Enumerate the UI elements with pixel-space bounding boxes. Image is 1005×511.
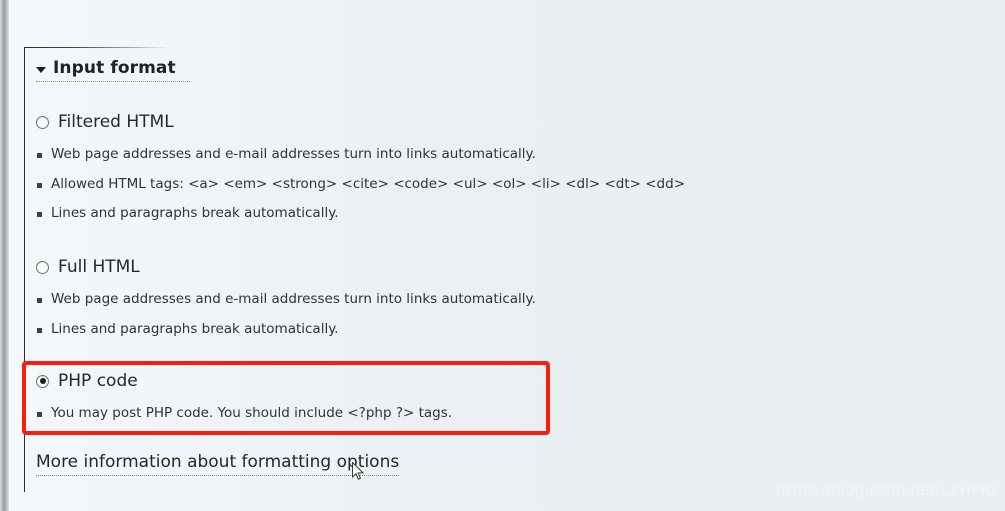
- list-item: Web page addresses and e-mail addresses …: [36, 147, 685, 162]
- radio-label-php-code: PHP code: [58, 371, 138, 391]
- list-item: Lines and paragraphs break automatically…: [36, 322, 536, 337]
- fieldset-legend-input-format[interactable]: Input format: [36, 58, 190, 82]
- radio-filtered-html[interactable]: [36, 115, 49, 129]
- format-option-filtered-html: Filtered HTML Web page addresses and e-m…: [36, 112, 685, 221]
- radio-label-full-html: Full HTML: [58, 257, 140, 277]
- list-item: You may post PHP code. You should includ…: [36, 406, 452, 421]
- radio-row-php-code[interactable]: PHP code: [36, 371, 452, 391]
- radio-row-filtered-html[interactable]: Filtered HTML: [36, 112, 685, 132]
- list-item: Lines and paragraphs break automatically…: [36, 206, 685, 221]
- radio-php-code[interactable]: [36, 374, 49, 388]
- list-item: Allowed HTML tags: <a> <em> <strong> <ci…: [36, 177, 685, 192]
- triangle-down-icon: [36, 66, 46, 73]
- format-option-full-html: Full HTML Web page addresses and e-mail …: [36, 257, 536, 336]
- format-tips-filtered-html: Web page addresses and e-mail addresses …: [36, 147, 685, 221]
- page-root: Input format Filtered HTML Web page addr…: [0, 0, 1005, 511]
- radio-label-filtered-html: Filtered HTML: [58, 112, 174, 132]
- radio-row-full-html[interactable]: Full HTML: [36, 257, 536, 277]
- fieldset-legend-label: Input format: [53, 58, 176, 78]
- radio-full-html[interactable]: [36, 260, 49, 274]
- watermark-text: https://blog.csdn.net/LZHPIG: [775, 481, 997, 499]
- format-tips-php-code: You may post PHP code. You should includ…: [36, 406, 452, 421]
- more-information-link[interactable]: More information about formatting option…: [36, 452, 400, 476]
- window-left-edge: [0, 0, 9, 511]
- format-tips-full-html: Web page addresses and e-mail addresses …: [36, 292, 536, 337]
- list-item: Web page addresses and e-mail addresses …: [36, 292, 536, 307]
- format-option-php-code: PHP code You may post PHP code. You shou…: [36, 371, 452, 421]
